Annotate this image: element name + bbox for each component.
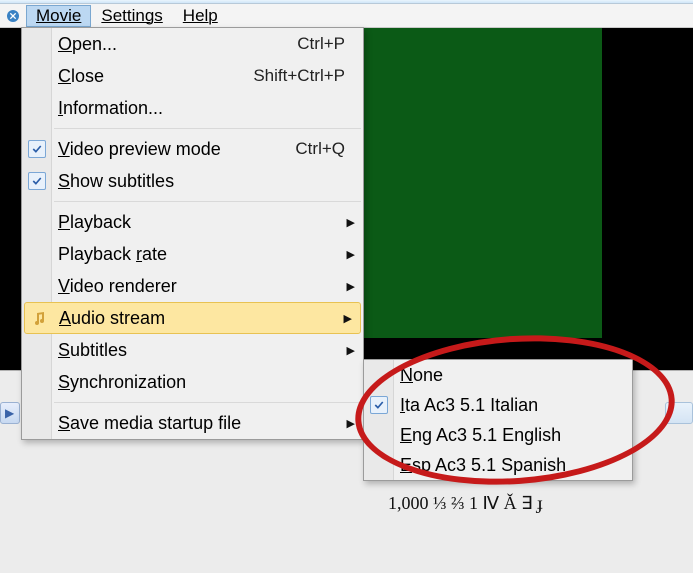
audio-option-none[interactable]: None — [364, 360, 632, 390]
slider-handle[interactable] — [665, 402, 693, 424]
shortcut-label: Ctrl+P — [297, 34, 345, 54]
menu-item-audio-stream[interactable]: Audio stream ▶ — [24, 302, 361, 334]
menu-separator — [54, 201, 361, 202]
menubar-item-help[interactable]: Help — [173, 5, 228, 27]
audio-option-english[interactable]: Eng Ac3 5.1 English — [364, 420, 632, 450]
music-note-icon — [30, 309, 48, 327]
submenu-arrow-icon: ▶ — [347, 216, 355, 229]
shortcut-label: Ctrl+Q — [295, 139, 345, 159]
menu-item-playback-rate[interactable]: Playback rate ▶ — [22, 238, 363, 270]
checkmark-icon — [28, 140, 46, 158]
play-icon: ▶ — [5, 406, 14, 420]
submenu-arrow-icon: ▶ — [347, 417, 355, 430]
checkmark-icon — [370, 396, 388, 414]
menu-item-video-preview[interactable]: Video preview mode Ctrl+Q — [22, 133, 363, 165]
submenu-arrow-icon: ▶ — [347, 248, 355, 261]
menu-item-information[interactable]: Information... — [22, 92, 363, 124]
shortcut-label: Shift+Ctrl+P — [253, 66, 345, 86]
menu-item-playback[interactable]: Playback ▶ — [22, 206, 363, 238]
submenu-arrow-icon: ▶ — [344, 312, 352, 325]
menu-item-open[interactable]: Open... Ctrl+P — [22, 28, 363, 60]
app-icon — [4, 7, 22, 25]
menubar-item-settings[interactable]: Settings — [91, 5, 172, 27]
audio-option-italian[interactable]: Ita Ac3 5.1 Italian — [364, 390, 632, 420]
menubar: Movie Settings Help — [0, 4, 693, 28]
menu-item-synchronization[interactable]: Synchronization — [22, 366, 363, 398]
audio-option-spanish[interactable]: Esp Ac3 5.1 Spanish — [364, 450, 632, 480]
menu-item-save-media[interactable]: Save media startup file ▶ — [22, 407, 363, 439]
menu-separator — [54, 402, 361, 403]
submenu-arrow-icon: ▶ — [347, 280, 355, 293]
menu-separator — [54, 128, 361, 129]
checkmark-icon — [28, 172, 46, 190]
menu-item-show-subtitles[interactable]: Show subtitles — [22, 165, 363, 197]
app-window: Movie Settings Help ▶ 1,000 ⅓ ⅔ 1 Ⅳ Ǎ ∃ … — [0, 0, 693, 573]
submenu-arrow-icon: ▶ — [347, 344, 355, 357]
movie-menu: Open... Ctrl+P Close Shift+Ctrl+P Inform… — [21, 27, 364, 440]
menu-item-video-renderer[interactable]: Video renderer ▶ — [22, 270, 363, 302]
menu-item-subtitles[interactable]: Subtitles ▶ — [22, 334, 363, 366]
status-text: 1,000 ⅓ ⅔ 1 Ⅳ Ǎ ∃ ɟ — [388, 493, 543, 514]
menubar-item-movie[interactable]: Movie — [26, 5, 91, 27]
toolbar-button[interactable]: ▶ — [0, 402, 20, 424]
audio-stream-submenu: None Ita Ac3 5.1 Italian Eng Ac3 5.1 Eng… — [363, 359, 633, 481]
menu-item-close[interactable]: Close Shift+Ctrl+P — [22, 60, 363, 92]
